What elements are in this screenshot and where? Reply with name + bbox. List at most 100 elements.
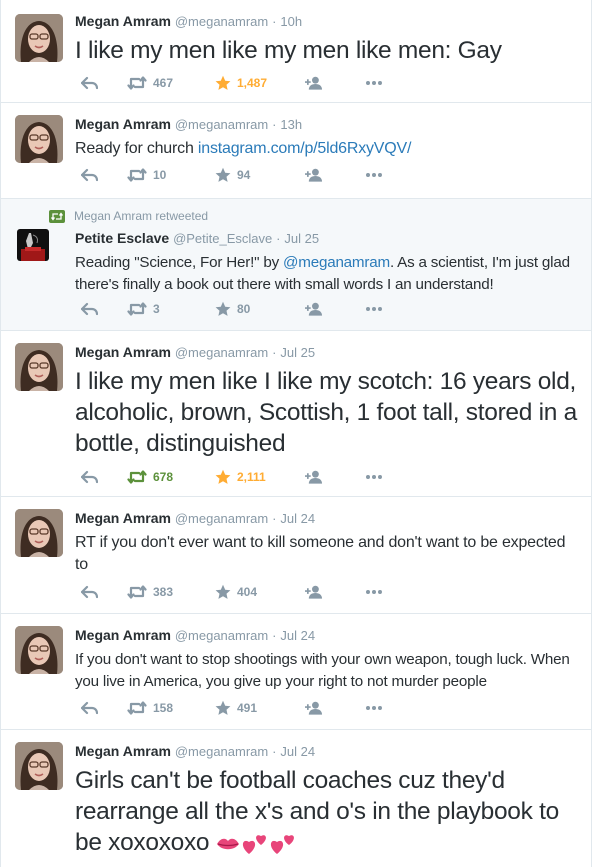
retweet-icon [127,585,147,599]
avatar[interactable] [15,343,63,391]
tweet-text: RT if you don't ever want to kill someon… [75,534,566,573]
retweet-button[interactable]: 3 [127,300,160,318]
tweet-text: Reading "Science, For Her!" by @meganamr… [75,252,581,296]
favorite-button[interactable]: 1,487 [215,74,267,92]
timestamp[interactable]: Jul 24 [280,744,315,759]
tweet-actions: 383 404 [75,583,395,601]
follow-icon [305,167,323,183]
avatar-image [15,509,63,557]
username[interactable]: @meganamram [175,744,268,759]
more-button[interactable] [365,699,383,717]
tweet[interactable]: Megan Amram @meganamram · Jul 24 If you … [1,614,591,730]
timestamp[interactable]: Jul 24 [280,511,315,526]
tweet-link[interactable]: instagram.com/p/5ld6RxyVQV/ [198,140,412,157]
star-icon [215,700,231,715]
separator: · [272,511,277,526]
separator: · [272,628,277,643]
retweet-button[interactable]: 383 [127,583,173,601]
favorite-button[interactable]: 80 [215,300,250,318]
mention-link[interactable]: @meganamram [283,254,390,271]
username[interactable]: @meganamram [175,14,268,29]
tweet-text: Girls can't be football coaches cuz they… [75,765,581,858]
avatar[interactable] [15,509,63,557]
avatar[interactable] [15,626,63,674]
fullname[interactable]: Megan Amram [75,116,171,132]
retweet-icon [127,76,147,90]
fullname[interactable]: Megan Amram [75,510,171,526]
avatar-image [15,742,63,790]
reply-button[interactable] [81,468,98,486]
reply-button[interactable] [81,74,98,92]
follow-button[interactable] [305,74,323,92]
reply-button[interactable] [81,583,98,601]
reply-button[interactable] [81,300,98,318]
favorite-button[interactable]: 2,111 [215,468,266,486]
username[interactable]: @meganamram [175,117,268,132]
retweet-count: 10 [153,168,167,182]
timestamp[interactable]: 13h [280,117,302,132]
more-button[interactable] [365,583,383,601]
fullname[interactable]: Megan Amram [75,627,171,643]
tweet[interactable]: Megan Amram @meganamram · Jul 24 RT if y… [1,497,591,614]
follow-button[interactable] [305,468,323,486]
reply-button[interactable] [81,166,98,184]
tweet-actions: 678 2,111 [75,468,395,486]
retweet-icon [127,701,147,715]
retweet-count: 3 [153,302,160,316]
reply-icon [81,701,98,715]
avatar[interactable] [15,742,63,790]
retweet-button[interactable]: 158 [127,699,173,717]
favorite-count: 1,487 [237,76,268,90]
follow-button[interactable] [305,166,323,184]
favorite-count: 491 [237,701,258,715]
fullname[interactable]: Megan Amram [75,743,171,759]
follow-icon [305,301,323,317]
more-button[interactable] [365,74,383,92]
retweet-context-text[interactable]: Megan Amram retweeted [74,209,208,223]
favorite-count: 2,111 [237,470,266,484]
username[interactable]: @meganamram [175,511,268,526]
tweet[interactable]: Megan Amram @meganamram · Jul 25 I like … [1,331,591,497]
avatar[interactable] [15,115,63,163]
follow-button[interactable] [305,699,323,717]
more-icon [366,706,382,710]
follow-button[interactable] [305,300,323,318]
favorite-button[interactable]: 491 [215,699,257,717]
retweet-count: 158 [153,701,174,715]
favorite-button[interactable]: 404 [215,583,257,601]
tweet-header: Megan Amram @meganamram · Jul 24 [75,509,581,528]
fullname[interactable]: Megan Amram [75,13,171,29]
more-button[interactable] [365,468,383,486]
avatar[interactable] [17,229,49,261]
tweet[interactable]: Megan Amram @meganamram · 10h I like my … [1,0,591,103]
follow-button[interactable] [305,583,323,601]
timestamp[interactable]: Jul 25 [280,345,315,360]
tweet-text-body: Reading "Science, For Her!" by [75,254,284,271]
retweet-button[interactable]: 10 [127,166,166,184]
more-button[interactable] [365,166,383,184]
fullname[interactable]: Megan Amram [75,344,171,360]
favorite-button[interactable]: 94 [215,166,250,184]
more-icon [366,173,382,177]
star-icon [215,75,231,90]
more-button[interactable] [365,300,383,318]
separator: · [272,14,277,29]
star-icon [215,584,231,599]
avatar[interactable] [15,14,63,62]
retweet-button[interactable]: 467 [127,74,173,92]
timestamp[interactable]: Jul 24 [280,628,315,643]
retweet-button[interactable]: 678 [127,468,173,486]
tweet[interactable]: Megan Amram @meganamram · Jul 24 Girls c… [1,730,591,867]
tweet-text-body: Ready for church [75,140,198,157]
username[interactable]: @meganamram [175,345,268,360]
fullname[interactable]: Petite Esclave [75,230,169,246]
username[interactable]: @Petite_Esclave [173,231,272,246]
tweet-header: Petite Esclave @Petite_Esclave · Jul 25 [75,229,581,248]
avatar-image [15,14,63,62]
timestamp[interactable]: Jul 25 [284,231,319,246]
username[interactable]: @meganamram [175,628,268,643]
tweet[interactable]: Megan Amram @meganamram · 13h Ready for … [1,103,591,199]
timestamp[interactable]: 10h [280,14,302,29]
reply-button[interactable] [81,699,98,717]
tweet[interactable]: Megan Amram retweeted Petite Esclave @Pe… [1,199,591,331]
